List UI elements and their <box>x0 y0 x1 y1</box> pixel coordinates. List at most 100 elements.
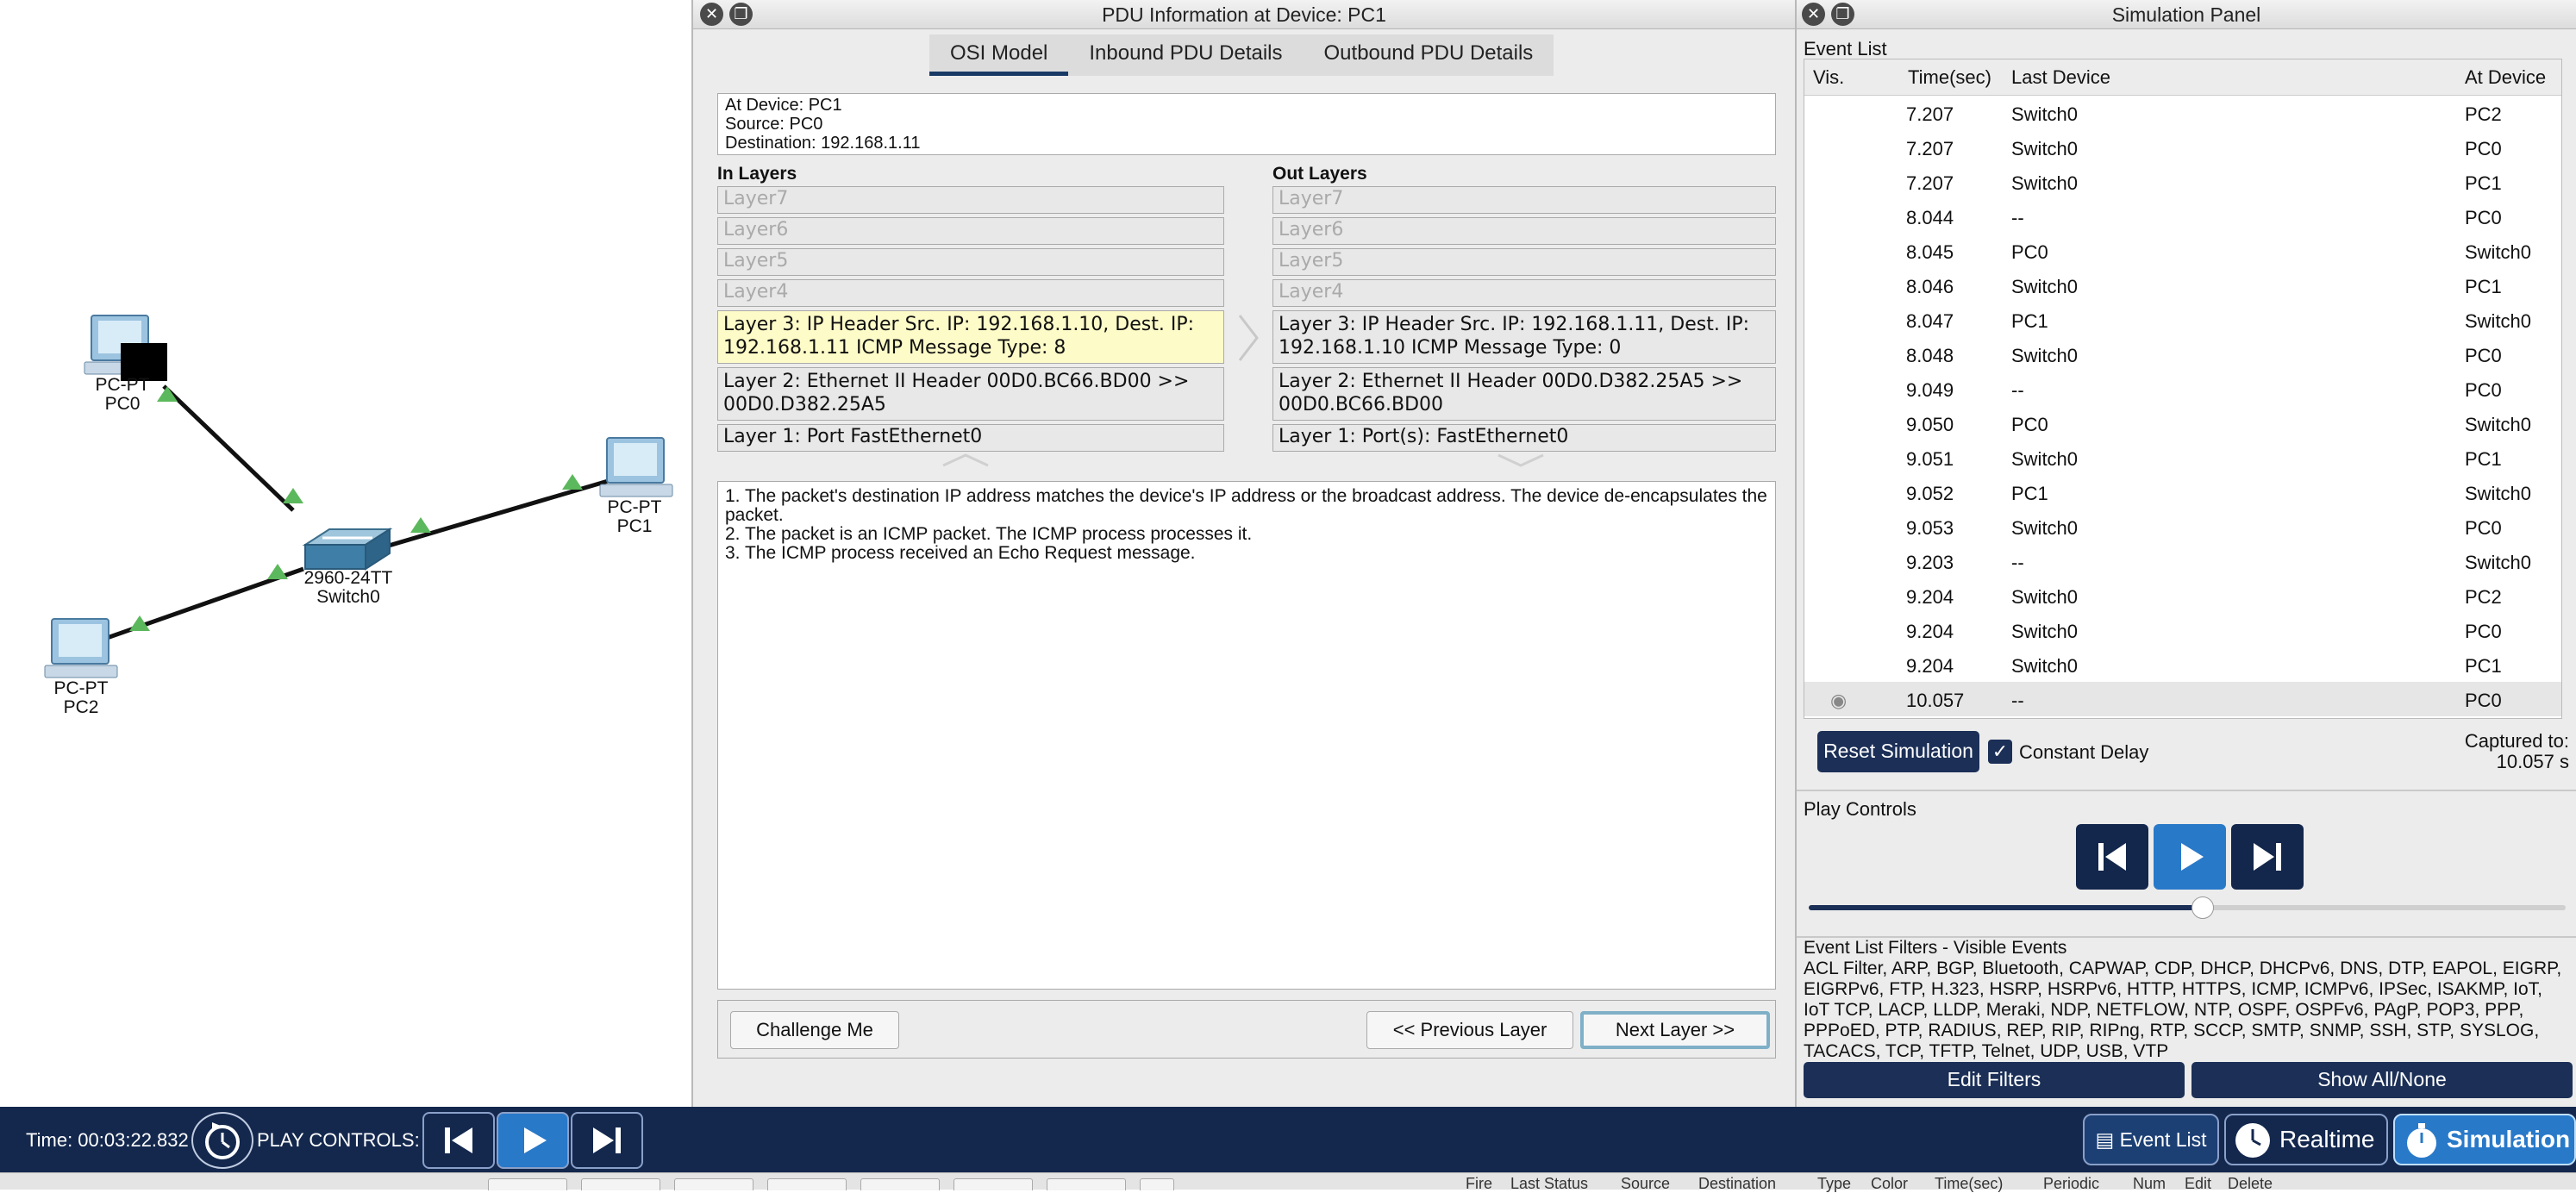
event-time: 10.057 <box>1906 690 1965 711</box>
scenario-tab[interactable] <box>860 1178 940 1190</box>
scenario-tab[interactable] <box>674 1178 753 1190</box>
pdu-list-column[interactable]: Num <box>2133 1175 2166 1193</box>
event-time: 9.050 <box>1906 414 1954 435</box>
step-forward-button[interactable] <box>2231 824 2304 890</box>
sim-time-readout: Time: 00:03:22.832 <box>26 1129 189 1151</box>
col-time[interactable]: Time(sec) <box>1908 66 1991 89</box>
pdu-titlebar[interactable]: ✕ ❐ PDU Information at Device: PC1 <box>693 0 1795 29</box>
event-row[interactable]: 8.045 PC0 Switch0 <box>1804 234 2561 268</box>
scenario-tab[interactable] <box>1047 1178 1126 1190</box>
event-row[interactable]: 7.207 Switch0 PC0 <box>1804 130 2561 165</box>
pdu-list-column[interactable]: Fire <box>1466 1175 1492 1193</box>
event-list-toggle[interactable]: ▤ Event List <box>2083 1114 2219 1165</box>
topology-workspace[interactable]: PC-PT PC0 PC-PT PC1 PC-PT PC2 2960-24TT … <box>0 0 690 1107</box>
pdu-list-column[interactable]: Type <box>1817 1175 1851 1193</box>
scroll-up-icon[interactable] <box>940 452 991 469</box>
pdu-list-column[interactable]: Time(sec) <box>1935 1175 2003 1193</box>
reset-time-button[interactable] <box>191 1112 253 1169</box>
scenario-tab[interactable] <box>1140 1178 1174 1190</box>
event-at-device: PC1 <box>2465 448 2502 470</box>
in-layer-5[interactable]: Layer5 <box>717 248 1224 276</box>
bottom-step-forward-button[interactable] <box>571 1112 643 1169</box>
next-layer-button[interactable]: Next Layer >> <box>1580 1011 1770 1049</box>
out-layer-2[interactable]: Layer 2: Ethernet II Header 00D0.D382.25… <box>1272 367 1776 421</box>
event-row[interactable]: 8.047 PC1 Switch0 <box>1804 303 2561 337</box>
in-layer-4[interactable]: Layer4 <box>717 279 1224 307</box>
device-name: Switch0 <box>316 587 380 607</box>
bottom-step-back-button[interactable] <box>422 1112 495 1169</box>
out-layer-3[interactable]: Layer 3: IP Header Src. IP: 192.168.1.11… <box>1272 310 1776 364</box>
pdu-list-column[interactable]: Source <box>1621 1175 1670 1193</box>
step-back-button[interactable] <box>2076 824 2148 890</box>
event-row[interactable]: 9.053 Switch0 PC0 <box>1804 509 2561 544</box>
event-last-device: -- <box>2011 690 2024 711</box>
out-layer-4[interactable]: Layer4 <box>1272 279 1776 307</box>
edit-filters-button[interactable]: Edit Filters <box>1804 1062 2185 1098</box>
sim-titlebar[interactable]: ✕ ❐ Simulation Panel <box>1797 0 2576 29</box>
scroll-down-icon[interactable] <box>1495 452 1547 469</box>
simulation-mode-button[interactable]: Simulation <box>2393 1114 2576 1165</box>
event-row[interactable]: 9.204 Switch0 PC0 <box>1804 613 2561 647</box>
scenario-tab[interactable] <box>767 1178 847 1190</box>
col-vis[interactable]: Vis. <box>1813 66 1844 89</box>
out-layer-1[interactable]: Layer 1: Port(s): FastEthernet0 <box>1272 424 1776 452</box>
event-row[interactable]: 9.052 PC1 Switch0 <box>1804 475 2561 509</box>
event-last-device: Switch0 <box>2011 517 2079 539</box>
tab-outbound-pdu[interactable]: Outbound PDU Details <box>1304 34 1554 76</box>
visibility-eye-icon[interactable]: ◉ <box>1830 690 1847 712</box>
event-row[interactable]: 10.057 -- PC0 ◉ <box>1804 682 2561 716</box>
event-list-table[interactable]: Vis. Time(sec) Last Device At Device 7.2… <box>1804 59 2562 719</box>
in-layer-1[interactable]: Layer 1: Port FastEthernet0 <box>717 424 1224 452</box>
in-layer-3[interactable]: Layer 3: IP Header Src. IP: 192.168.1.10… <box>717 310 1224 364</box>
reset-simulation-button[interactable]: Reset Simulation <box>1817 731 1979 772</box>
out-layer-5[interactable]: Layer5 <box>1272 248 1776 276</box>
bottom-play-button[interactable] <box>497 1112 569 1169</box>
previous-layer-button[interactable]: << Previous Layer <box>1366 1011 1573 1049</box>
show-all-none-button[interactable]: Show All/None <box>2191 1062 2573 1098</box>
step-back-icon <box>2098 843 2126 871</box>
scenario-tab[interactable] <box>581 1178 660 1190</box>
pdu-list-column[interactable]: Edit <box>2185 1175 2211 1193</box>
scenario-tab[interactable] <box>488 1178 567 1190</box>
realtime-mode-button[interactable]: Realtime <box>2224 1114 2388 1165</box>
event-row[interactable]: 9.204 Switch0 PC2 <box>1804 578 2561 613</box>
pdu-list-column[interactable]: Delete <box>2228 1175 2273 1193</box>
event-row[interactable]: 9.203 -- Switch0 <box>1804 544 2561 578</box>
event-at-device: PC0 <box>2465 138 2502 159</box>
event-time: 8.045 <box>1906 241 1954 263</box>
out-layer-6[interactable]: Layer6 <box>1272 217 1776 245</box>
event-row[interactable]: 8.046 Switch0 PC1 <box>1804 268 2561 303</box>
event-list-heading: Event List <box>1804 38 1887 59</box>
col-last-device[interactable]: Last Device <box>2011 66 2110 89</box>
in-layer-2[interactable]: Layer 2: Ethernet II Header 00D0.BC66.BD… <box>717 367 1224 421</box>
in-layer-7[interactable]: Layer7 <box>717 186 1224 214</box>
event-row[interactable]: 7.207 Switch0 PC1 <box>1804 165 2561 199</box>
tab-osi-model[interactable]: OSI Model <box>929 34 1069 76</box>
reset-clock-icon <box>205 1122 240 1159</box>
in-layer-6[interactable]: Layer6 <box>717 217 1224 245</box>
slider-fill <box>1809 905 2203 910</box>
play-speed-slider[interactable] <box>1809 896 2566 919</box>
pdu-list-column[interactable]: Destination <box>1698 1175 1776 1193</box>
out-layer-7[interactable]: Layer7 <box>1272 186 1776 214</box>
pdu-list-column[interactable]: Color <box>1871 1175 1908 1193</box>
constant-delay-checkbox[interactable]: ✓ <box>1988 740 2012 764</box>
scenario-strip: Fire Last Status Source Destination Type Colo… <box>0 1172 2576 1193</box>
event-row[interactable]: 9.051 Switch0 PC1 <box>1804 440 2561 475</box>
event-row[interactable]: 9.050 PC0 Switch0 <box>1804 406 2561 440</box>
scenario-tab[interactable] <box>953 1178 1033 1190</box>
event-row[interactable]: 9.049 -- PC0 <box>1804 372 2561 406</box>
tab-inbound-pdu[interactable]: Inbound PDU Details <box>1068 34 1303 76</box>
pdu-list-column[interactable]: Last Status <box>1510 1175 1588 1193</box>
challenge-me-button[interactable]: Challenge Me <box>730 1011 899 1049</box>
event-row[interactable]: 7.207 Switch0 PC2 <box>1804 96 2561 130</box>
pdu-list-column[interactable]: Periodic <box>2043 1175 2099 1193</box>
event-row[interactable]: 8.048 Switch0 PC0 <box>1804 337 2561 372</box>
col-at-device[interactable]: At Device <box>2465 66 2546 89</box>
step-back-icon <box>445 1127 472 1153</box>
play-button[interactable] <box>2154 824 2226 890</box>
event-row[interactable]: 8.044 -- PC0 <box>1804 199 2561 234</box>
slider-knob[interactable] <box>2191 896 2214 919</box>
event-row[interactable]: 9.204 Switch0 PC1 <box>1804 647 2561 682</box>
event-time: 8.047 <box>1906 310 1954 332</box>
